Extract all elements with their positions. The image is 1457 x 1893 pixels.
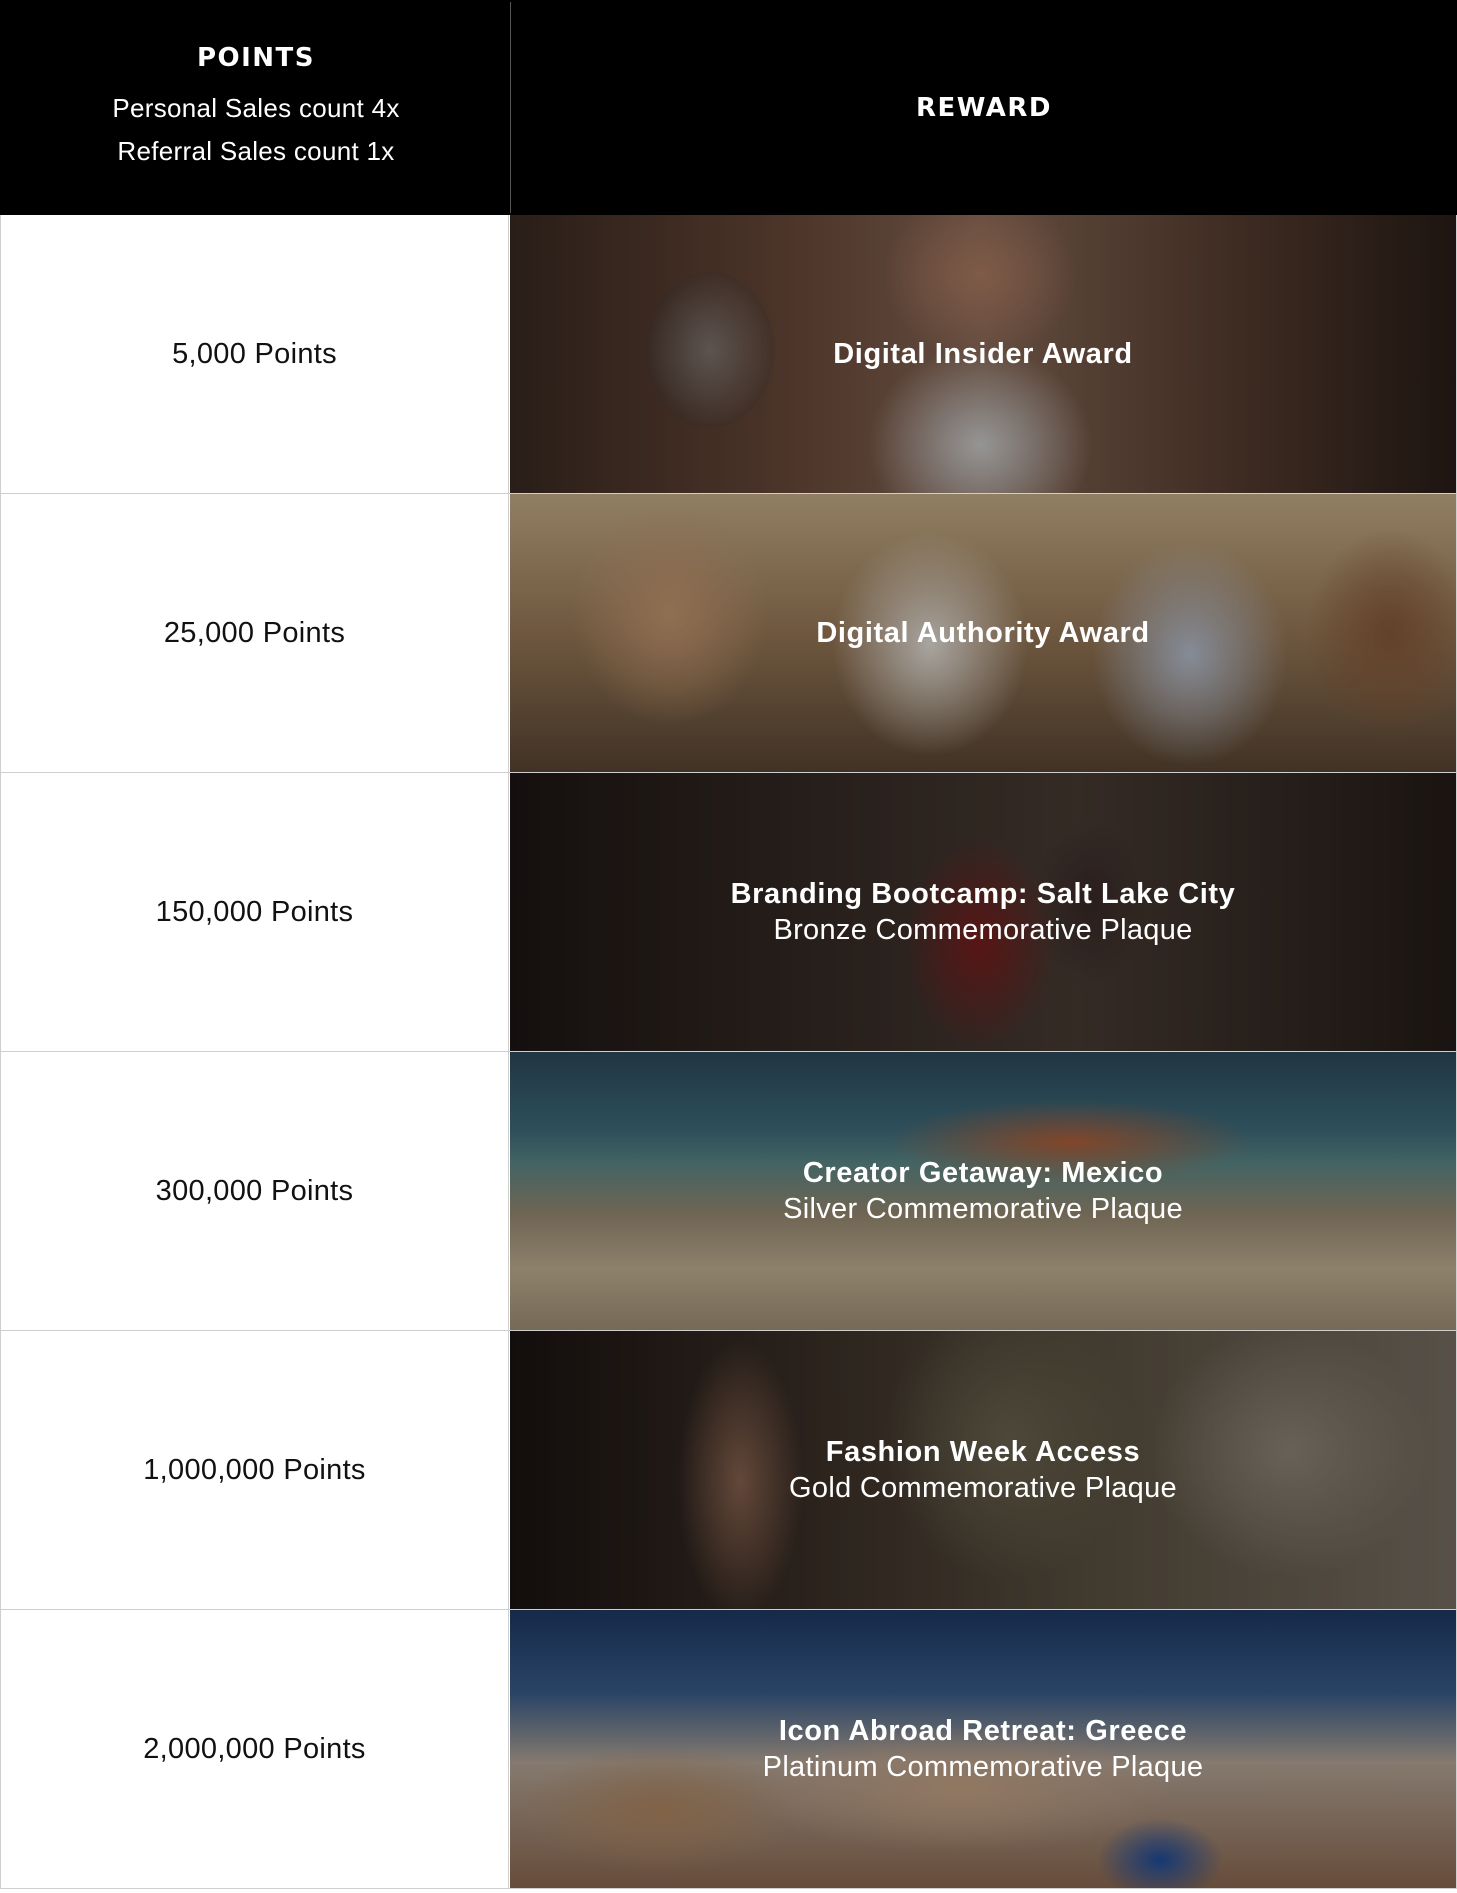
reward-title: Digital Authority Award	[816, 617, 1150, 649]
reward-subtitle: Bronze Commemorative Plaque	[773, 914, 1193, 946]
points-cell: 150,000 Points	[1, 773, 509, 1051]
reward-title: Creator Getaway: Mexico	[802, 1157, 1164, 1189]
points-cell: 25,000 Points	[1, 494, 509, 772]
table-row: 25,000 Points Digital Authority Award	[0, 494, 1457, 773]
rewards-table: POINTS Personal Sales count 4x Referral …	[0, 0, 1457, 1893]
reward-title: Digital Insider Award	[833, 338, 1133, 370]
reward-title: Branding Bootcamp: Salt Lake City	[730, 878, 1236, 910]
table-row: 2,000,000 Points Icon Abroad Retreat: Gr…	[0, 1610, 1457, 1889]
points-header-line-referral: Referral Sales count 1x	[117, 135, 395, 166]
reward-subtitle: Platinum Commemorative Plaque	[762, 1751, 1204, 1783]
reward-subtitle: Silver Commemorative Plaque	[783, 1193, 1183, 1225]
points-cell: 2,000,000 Points	[1, 1610, 509, 1888]
reward-title: Fashion Week Access	[825, 1436, 1141, 1468]
reward-subtitle: Gold Commemorative Plaque	[789, 1472, 1177, 1504]
reward-header-title: REWARD	[915, 92, 1053, 123]
points-cell: 1,000,000 Points	[1, 1331, 509, 1609]
reward-cell: Digital Authority Award	[510, 494, 1456, 772]
points-cell: 300,000 Points	[1, 1052, 509, 1330]
reward-cell: Icon Abroad Retreat: Greece Platinum Com…	[510, 1610, 1456, 1888]
reward-cell: Fashion Week Access Gold Commemorative P…	[510, 1331, 1456, 1609]
points-header-cell: POINTS Personal Sales count 4x Referral …	[2, 2, 511, 213]
reward-cell: Branding Bootcamp: Salt Lake City Bronze…	[510, 773, 1456, 1051]
reward-cell: Digital Insider Award	[510, 215, 1456, 493]
points-cell: 5,000 Points	[1, 215, 509, 493]
table-row: 1,000,000 Points Fashion Week Access Gol…	[0, 1331, 1457, 1610]
table-row: 5,000 Points Digital Insider Award	[0, 215, 1457, 494]
table-row: 150,000 Points Branding Bootcamp: Salt L…	[0, 773, 1457, 1052]
table-header-row: POINTS Personal Sales count 4x Referral …	[0, 0, 1457, 215]
points-header-line-personal: Personal Sales count 4x	[112, 92, 400, 123]
points-header-title: POINTS	[196, 42, 316, 73]
reward-title: Icon Abroad Retreat: Greece	[778, 1715, 1188, 1747]
reward-header-cell: REWARD	[511, 2, 1457, 213]
reward-cell: Creator Getaway: Mexico Silver Commemora…	[510, 1052, 1456, 1330]
table-row: 300,000 Points Creator Getaway: Mexico S…	[0, 1052, 1457, 1331]
